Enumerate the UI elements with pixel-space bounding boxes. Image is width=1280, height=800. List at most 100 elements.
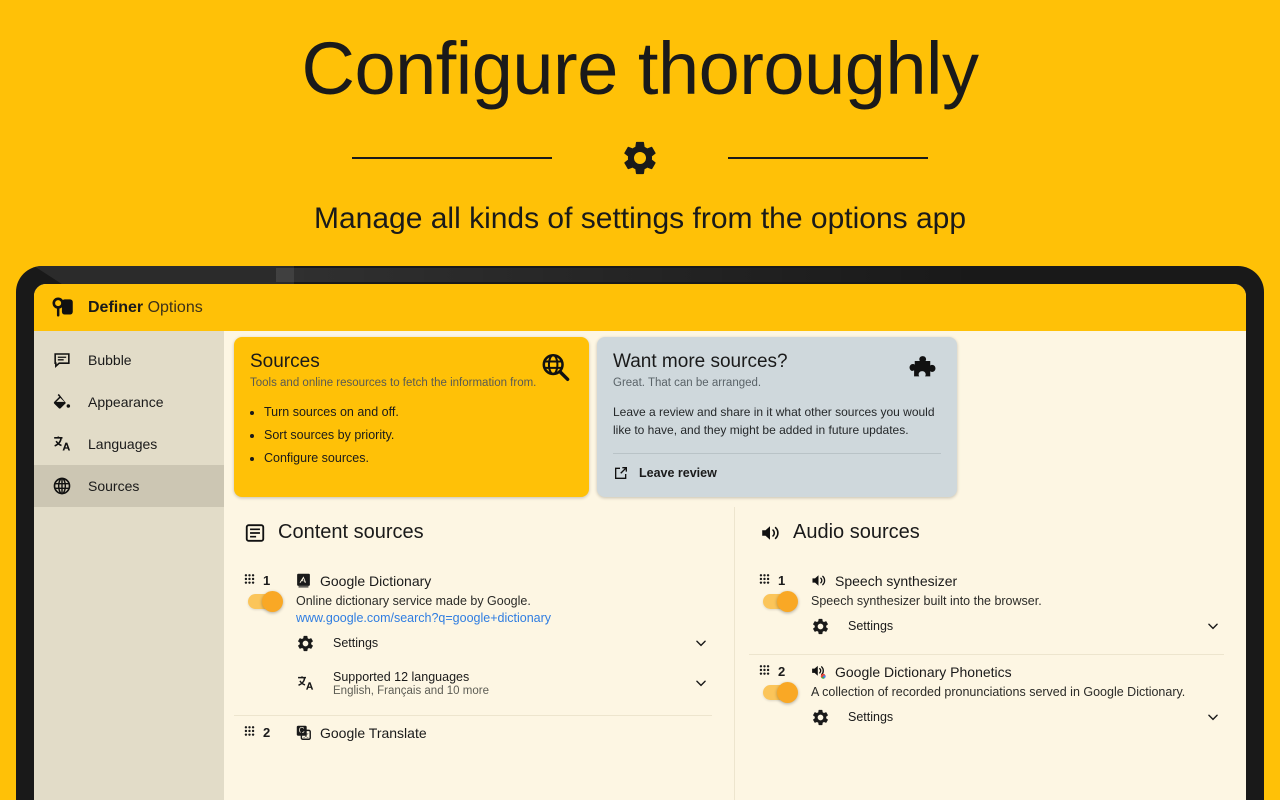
list-item: Turn sources on and off. bbox=[264, 401, 573, 424]
source-row-google-dictionary-phonetics: 2 Google Dictionary Phonetics A collecti… bbox=[749, 654, 1224, 745]
source-link[interactable]: www.google.com/search?q=google+dictionar… bbox=[296, 611, 712, 625]
puzzle-piece-icon bbox=[909, 356, 936, 377]
row-title: Settings bbox=[848, 619, 894, 634]
card-title: Sources bbox=[250, 351, 320, 372]
drag-handle-icon[interactable] bbox=[244, 726, 255, 739]
chevron-down-icon[interactable] bbox=[694, 636, 708, 650]
chevron-down-icon[interactable] bbox=[1206, 710, 1220, 724]
source-name: Google Dictionary Phonetics bbox=[835, 663, 1012, 680]
sources-columns: Content sources 1 Google Dictionary Onli… bbox=[224, 507, 1246, 800]
source-toggle[interactable] bbox=[763, 682, 798, 704]
app-titlebar: Definer Options bbox=[34, 284, 1246, 331]
toggle-knob bbox=[777, 591, 798, 613]
source-description: Speech synthesizer built into the browse… bbox=[811, 594, 1042, 609]
translate-icon bbox=[54, 436, 71, 451]
app-title: Definer Options bbox=[88, 299, 203, 317]
sidebar-item-label: Sources bbox=[88, 478, 140, 494]
leave-review-label: Leave review bbox=[639, 466, 717, 481]
app-title-section: Options bbox=[147, 298, 203, 316]
source-name: Speech synthesizer bbox=[835, 572, 958, 589]
paint-bucket-icon bbox=[53, 393, 71, 409]
card-title: Want more sources? bbox=[613, 351, 788, 372]
promo-title: Configure thoroughly bbox=[301, 27, 980, 110]
speech-bubble-icon bbox=[54, 353, 70, 368]
section-title: Audio sources bbox=[793, 521, 920, 544]
speaker-icon bbox=[762, 526, 779, 540]
toggle-knob bbox=[262, 591, 283, 613]
google-translate-icon: G 文 bbox=[296, 726, 311, 741]
globe-icon bbox=[53, 477, 71, 495]
divider-line-left bbox=[352, 157, 552, 159]
sidebar-item-bubble[interactable]: Bubble bbox=[34, 339, 224, 381]
source-name: Google Translate bbox=[320, 724, 427, 741]
card-divider bbox=[613, 453, 941, 455]
card-subtitle: Great. That can be arranged. bbox=[613, 377, 762, 389]
source-row-google-translate: 2 G 文 Google Translate bbox=[234, 715, 712, 756]
source-rank: 1 bbox=[778, 573, 786, 589]
source-settings-row[interactable]: Settings bbox=[797, 699, 1220, 735]
promo-banner: Configure thoroughly Manage all kinds of… bbox=[0, 0, 1280, 268]
drag-handle-icon[interactable] bbox=[759, 574, 770, 587]
source-row-speech-synthesizer: 1 Speech synthesizer Speech synthesizer … bbox=[749, 564, 1224, 654]
app-title-brand: Definer bbox=[88, 298, 144, 316]
row-title: Settings bbox=[848, 710, 894, 725]
globe-search-icon bbox=[542, 353, 570, 382]
source-toggle[interactable] bbox=[248, 591, 283, 613]
audio-sources-heading: Audio sources bbox=[749, 521, 1224, 544]
promo-divider bbox=[0, 138, 1280, 178]
sidebar-item-languages[interactable]: Languages bbox=[34, 423, 224, 465]
app-window: Definer Options Bubble Appearance Langua… bbox=[34, 284, 1246, 800]
source-rank: 2 bbox=[778, 664, 786, 680]
tablet-bezel-gloss bbox=[276, 268, 976, 282]
definer-logo-icon bbox=[52, 296, 73, 316]
speaker-icon bbox=[812, 575, 826, 587]
divider-line-right bbox=[728, 157, 928, 159]
gear-icon bbox=[813, 618, 828, 635]
toggle-knob bbox=[777, 682, 798, 704]
content-sources-heading: Content sources bbox=[234, 521, 712, 544]
row-subtitle: English, Français and 10 more bbox=[333, 684, 489, 697]
source-name: Google Dictionary bbox=[320, 572, 432, 589]
content-sources-column: Content sources 1 Google Dictionary Onli… bbox=[224, 507, 735, 800]
sources-feature-list: Turn sources on and off. Sort sources by… bbox=[264, 401, 573, 470]
sidebar-item-sources[interactable]: Sources bbox=[34, 465, 224, 507]
source-description: Online dictionary service made by Google… bbox=[296, 594, 531, 609]
gear-icon bbox=[813, 709, 828, 726]
translate-icon bbox=[298, 676, 314, 690]
row-title: Settings bbox=[333, 636, 379, 651]
list-item: Sort sources by priority. bbox=[264, 424, 573, 447]
drag-handle-icon[interactable] bbox=[244, 574, 255, 587]
tablet-frame: Definer Options Bubble Appearance Langua… bbox=[16, 266, 1264, 800]
source-settings-row[interactable]: Settings bbox=[797, 608, 1220, 644]
source-toggle[interactable] bbox=[763, 591, 798, 613]
main-content: Sources Tools and online resources to fe… bbox=[224, 331, 1246, 800]
sources-info-card: Sources Tools and online resources to fe… bbox=[234, 337, 589, 498]
source-row-google-dictionary: 1 Google Dictionary Online dictionary se… bbox=[234, 564, 712, 715]
speaker-google-icon bbox=[812, 666, 826, 680]
cards-row: Sources Tools and online resources to fe… bbox=[224, 331, 1246, 507]
sidebar-item-appearance[interactable]: Appearance bbox=[34, 381, 224, 423]
drag-handle-icon[interactable] bbox=[759, 665, 770, 678]
section-title: Content sources bbox=[278, 521, 424, 544]
source-languages-row[interactable]: Supported 12 languages English, Français… bbox=[282, 661, 708, 705]
source-settings-row[interactable]: Settings bbox=[282, 625, 708, 661]
card-body-text: Leave a review and share in it what othe… bbox=[613, 405, 935, 438]
chevron-down-icon[interactable] bbox=[694, 676, 708, 690]
sidebar: Bubble Appearance Languages Sources bbox=[34, 331, 224, 800]
audio-sources-column: Audio sources 1 Speech synthesizer Speec… bbox=[735, 507, 1246, 800]
gear-icon bbox=[624, 141, 656, 175]
source-rank: 2 bbox=[263, 725, 271, 741]
promo-subtitle: Manage all kinds of settings from the op… bbox=[313, 202, 967, 235]
source-rank: 1 bbox=[263, 573, 271, 589]
leave-review-button[interactable]: Leave review bbox=[613, 465, 941, 481]
chevron-down-icon[interactable] bbox=[1206, 619, 1220, 633]
sidebar-item-label: Appearance bbox=[88, 394, 164, 410]
external-link-icon bbox=[615, 467, 627, 480]
list-item: Configure sources. bbox=[264, 447, 573, 470]
sidebar-item-label: Bubble bbox=[88, 352, 132, 368]
document-list-icon bbox=[245, 524, 265, 542]
source-description: A collection of recorded pronunciations … bbox=[811, 685, 1186, 700]
gear-icon bbox=[298, 635, 313, 652]
more-sources-card: Want more sources? Great. That can be ar… bbox=[597, 337, 957, 498]
card-subtitle: Tools and online resources to fetch the … bbox=[250, 377, 537, 389]
